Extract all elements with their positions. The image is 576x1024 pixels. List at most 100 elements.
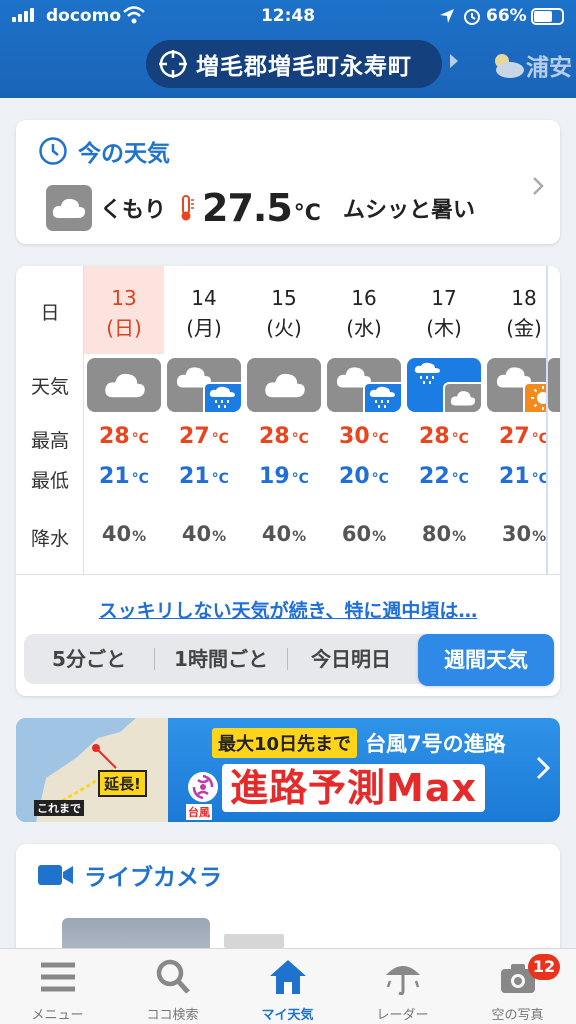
forecast-low: 20 °C — [339, 464, 389, 489]
forecast-days: 13 (日) 28 °C 21 °C 40% 14 (月) 27 °C 21 °C 40% 15 (火) 28 °… — [84, 266, 560, 574]
home-icon — [270, 960, 306, 994]
typhoon-badge: 台風 — [186, 804, 212, 820]
map-extend-label: 延長! — [98, 770, 147, 797]
weekly-forecast-card: 日 天気 最高 最低 降水 13 (日) 28 °C 21 °C 40% 14 (月) 27 °C 2… — [16, 266, 560, 696]
tab-menu[interactable]: メニュー — [0, 949, 115, 1024]
feels-like-text: ムシッと暑い — [342, 198, 475, 223]
current-weather-card[interactable]: 今の天気 くもり 27.5 °C ムシッと暑い — [16, 120, 560, 244]
forecast-high: 27 °C — [179, 424, 229, 449]
cloud-icon — [46, 185, 92, 231]
forecast-precip: 40% — [181, 522, 227, 546]
current-weather-title: 今の天気 — [38, 134, 170, 168]
menu-icon — [41, 962, 75, 992]
camera-caption-peek — [224, 934, 284, 948]
typhoon-banner[interactable]: 延長! これまで 最大10日先まで 台風7号の進路 台風 進路予測Max — [16, 718, 560, 822]
forecast-date: 13 — [111, 286, 137, 310]
forecast-precip: 40% — [261, 522, 307, 546]
forecast-high: 30 °C — [339, 424, 389, 449]
cloudy-icon — [87, 358, 161, 412]
condition-text: くもり — [100, 198, 167, 223]
clock-icon — [39, 137, 67, 165]
forecast-precip: 60% — [341, 522, 387, 546]
current-title-text: 今の天気 — [78, 141, 170, 167]
notification-badge: 12 — [528, 954, 560, 980]
banner-highlight: 最大10日先まで — [212, 728, 358, 758]
typhoon-icon — [188, 772, 218, 802]
crosshair-icon — [159, 50, 187, 78]
forecast-commentary-link[interactable]: スッキリしない天気が続き、特に週中頃は… — [16, 596, 560, 623]
app-header: docomo 12:48 66% 増毛郡増毛町永寿町 浦安 — [0, 0, 576, 98]
video-camera-icon — [38, 865, 73, 885]
battery-icon — [531, 8, 564, 25]
bottom-tab-bar: メニュー ココ検索 マイ天気 レーダー 空の写真 — [0, 948, 576, 1024]
label-high: 最高 — [30, 430, 69, 452]
forecast-date: 16 — [351, 286, 377, 310]
label-day: 日 — [40, 302, 60, 324]
chevron-right-icon — [536, 756, 550, 780]
forecast-date: 14 — [191, 286, 217, 310]
forecast-precip: 40% — [101, 522, 147, 546]
label-precip: 降水 — [30, 528, 69, 550]
forecast-day-column[interactable]: 15 (火) 28 °C 19 °C 40% — [244, 266, 324, 574]
forecast-high: 28 °C — [99, 424, 149, 449]
forecast-high: 28 °C — [419, 424, 469, 449]
banner-subtitle: 最大10日先まで 台風7号の進路 — [212, 728, 506, 758]
forecast-day-column[interactable]: 16 (水) 30 °C 20 °C 60% — [324, 266, 404, 574]
live-camera-title: ライブカメラ — [38, 858, 222, 892]
row-labels: 日 天気 最高 最低 降水 — [16, 266, 84, 574]
forecast-low: 21 °C — [99, 464, 149, 489]
forecast-high: 28 °C — [259, 424, 309, 449]
location-name: 増毛郡増毛町永寿町 — [196, 54, 412, 80]
live-camera-title-text: ライブカメラ — [84, 865, 222, 891]
tab-today-tomorrow[interactable]: 今日明日 — [288, 634, 414, 684]
forecast-weekday: (水) — [346, 316, 382, 340]
alarm-icon — [464, 9, 480, 25]
chevron-right-icon — [450, 54, 458, 68]
tab-menu-label: メニュー — [31, 1008, 84, 1023]
forecast-low: 22 °C — [419, 464, 469, 489]
current-temperature: 27.5 — [202, 186, 293, 230]
rain-then-cloudy-icon — [407, 358, 481, 412]
forecast-day-column[interactable]: 14 (月) 27 °C 21 °C 40% — [164, 266, 244, 574]
next-day-peek — [546, 266, 560, 574]
location-selector[interactable]: 増毛郡増毛町永寿町 — [146, 40, 442, 88]
forecast-precip: 80% — [421, 522, 467, 546]
cloudy-then-rain-icon — [327, 358, 401, 412]
next-day-icon-peek — [548, 358, 560, 412]
forecast-weekday: (火) — [266, 316, 302, 340]
forecast-low: 19 °C — [259, 464, 309, 489]
battery-percent: 66% — [486, 6, 527, 26]
status-bar: docomo 12:48 66% — [0, 0, 576, 34]
forecast-date: 15 — [271, 286, 297, 310]
next-location-name: 浦安 — [526, 55, 572, 81]
current-conditions: くもり 27.5 °C ムシッと暑い — [46, 182, 475, 234]
tab-search-label: ココ検索 — [146, 1008, 199, 1023]
label-weather: 天気 — [30, 376, 69, 398]
tab-my-weather-label: マイ天気 — [261, 1008, 314, 1023]
cloudy-then-rain-icon — [167, 358, 241, 412]
location-arrow-icon — [440, 9, 454, 23]
partly-cloudy-icon — [495, 54, 524, 78]
tab-weekly[interactable]: 週間天気 — [418, 634, 554, 686]
forecast-low: 21 °C — [179, 464, 229, 489]
typhoon-map-thumbnail: 延長! これまで — [16, 718, 168, 822]
forecast-day-column[interactable]: 13 (日) 28 °C 21 °C 40% — [84, 266, 164, 574]
forecast-weekday: (木) — [426, 316, 462, 340]
tab-sky-photos-label: 空の写真 — [491, 1008, 544, 1023]
tab-5min[interactable]: 5分ごと — [24, 634, 154, 684]
tab-my-weather[interactable]: マイ天気 — [230, 949, 345, 1024]
temperature-unit: °C — [293, 200, 321, 226]
tab-radar-label: レーダー — [376, 1008, 429, 1023]
search-icon — [156, 959, 190, 994]
cloudy-icon — [247, 358, 321, 412]
forecast-weekday: (日) — [106, 316, 142, 340]
tab-search[interactable]: ココ検索 — [115, 949, 230, 1024]
forecast-weekday: (月) — [186, 316, 222, 340]
banner-subtitle-text: 台風7号の進路 — [365, 732, 506, 756]
next-location-tab[interactable]: 浦安 — [488, 48, 572, 82]
tab-hourly[interactable]: 1時間ごと — [155, 634, 287, 684]
forecast-day-column[interactable]: 17 (木) 28 °C 22 °C 80% — [404, 266, 484, 574]
forecast-tabs: 5分ごと 1時間ごと 今日明日 週間天気 — [24, 634, 554, 686]
banner-title: 進路予測Max — [222, 764, 485, 812]
tab-radar[interactable]: レーダー — [345, 949, 460, 1024]
